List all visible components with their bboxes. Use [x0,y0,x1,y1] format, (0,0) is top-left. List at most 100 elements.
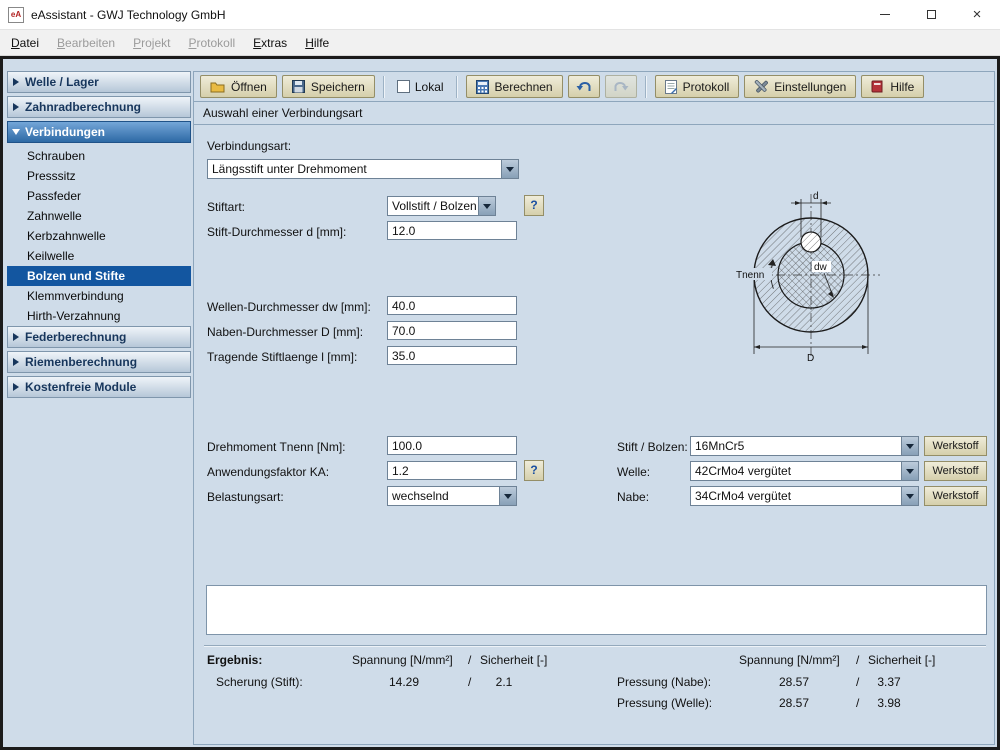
lokal-checkbox[interactable] [396,80,410,93]
undo-button[interactable] [567,75,600,98]
calculate-button[interactable]: Berechnen [465,75,563,98]
pressung-nabe-sicherheit: 3.37 [877,675,901,689]
chevron-down-icon[interactable] [501,160,518,178]
tools-icon [755,79,769,93]
window-controls: × [862,0,1000,30]
minimize-button[interactable] [862,0,908,30]
welle-werkstoff-button[interactable]: Werkstoff [924,461,987,481]
sidebar-section-federberechnung[interactable]: Federberechnung [7,326,191,348]
open-button[interactable]: Öffnen [200,75,277,98]
toolbar-separator [382,75,385,98]
sidebar-section-verbindungen[interactable]: Verbindungen [7,121,191,143]
connection-diagram: d dw D Tnenn [734,191,880,364]
stiftart-select[interactable]: Vollstift / Bolzen [387,196,496,216]
chevron-down-icon[interactable] [901,487,918,505]
calculate-label: Berechnen [494,79,553,94]
pressung-welle-label: Pressung (Welle): [617,696,713,710]
wellen-durchmesser-label: Wellen-Durchmesser dw [mm]: [207,300,371,314]
sidebar-item-kerbzahnwelle[interactable]: Kerbzahnwelle [7,226,191,246]
window-title: eAssistant - GWJ Technology GmbH [31,7,226,22]
chevron-down-icon[interactable] [499,487,516,505]
sidebar-section-riemenberechnung[interactable]: Riemenberechnung [7,351,191,373]
app-window: eA eAssistant - GWJ Technology GmbH × Da… [0,0,1000,750]
sidebar-item-hirth-verzahnung[interactable]: Hirth-Verzahnung [7,306,191,326]
results-title: Ergebnis: [207,653,263,667]
stiftart-help-button[interactable]: ? [524,195,544,216]
sidebar-item-bolzen-und-stifte[interactable]: Bolzen und Stifte [7,266,191,286]
dim-dw-label: dw [814,262,828,273]
pressung-nabe-spannung: 28.57 [778,675,810,689]
menu-hilfe[interactable]: Hilfe [296,32,338,54]
pressung-welle-sicherheit: 3.98 [877,696,901,710]
stiftlaenge-input[interactable] [387,346,517,365]
anwendungsfaktor-label: Anwendungsfaktor KA: [207,465,330,479]
save-button[interactable]: Speichern [281,75,375,98]
sidebar-section-zahnradberechnung[interactable]: Zahnradberechnung [7,96,191,118]
chevron-down-icon [12,129,20,135]
belastungsart-select[interactable]: wechselnd [387,486,517,506]
sidebar-item-schrauben[interactable]: Schrauben [7,146,191,166]
sidebar-item-presssitz[interactable]: Presssitz [7,166,191,186]
col-spannung-left: Spannung [N/mm²] [352,653,453,667]
menu-extras[interactable]: Extras [244,32,296,54]
scherung-label: Scherung (Stift): [216,675,303,689]
sidebar-item-klemmverbindung[interactable]: Klemmverbindung [7,286,191,306]
stift-werkstoff-value: 16MnCr5 [695,439,745,453]
sidebar-item-keilwelle[interactable]: Keilwelle [7,246,191,266]
chevron-down-icon[interactable] [478,197,495,215]
sidebar-section-welle-lager[interactable]: Welle / Lager [7,71,191,93]
document-icon [664,79,677,94]
anwendungsfaktor-input[interactable] [387,461,517,480]
dim-D-label: D [807,353,814,364]
close-button[interactable]: × [954,0,1000,30]
section-label: Riemenberechnung [25,355,138,369]
subheader-title: Auswahl einer Verbindungsart [203,106,363,120]
pressung-welle-slash: / [856,696,860,710]
verbindungsart-select[interactable]: Längsstift unter Drehmoment [207,159,519,179]
main-panel: Öffnen Speichern Lokal Berechnen Protoko… [193,71,995,745]
anwendungsfaktor-help-button[interactable]: ? [524,460,544,481]
toolbar-separator [644,75,647,98]
naben-durchmesser-input[interactable] [387,321,517,340]
stift-werkstoff-button[interactable]: Werkstoff [924,436,987,456]
folder-icon [210,82,225,92]
lokal-checkbox-group: Lokal [393,80,448,94]
sidebar-item-passfeder[interactable]: Passfeder [7,186,191,206]
scherung-sicherheit: 2.1 [495,675,513,689]
menu-datei[interactable]: Datei [2,32,48,54]
stift-werkstoff-select[interactable]: 16MnCr5 [690,436,919,456]
settings-button[interactable]: Einstellungen [744,75,857,98]
stiftart-value: Vollstift / Bolzen [392,199,477,213]
col-sicherheit-right: Sicherheit [-] [868,653,936,667]
protocol-button[interactable]: Protokoll [654,75,740,98]
welle-werkstoff-select[interactable]: 42CrMo4 vergütet [690,461,919,481]
lokal-label: Lokal [414,79,444,94]
pin-section [800,231,822,253]
menu-protokoll: Protokoll [188,35,236,50]
settings-label: Einstellungen [774,79,847,94]
drehmoment-input[interactable] [387,436,517,455]
wellen-durchmesser-input[interactable] [387,296,517,315]
open-label: Öffnen [231,79,267,94]
results-divider [204,645,986,647]
sidebar-item-zahnwelle[interactable]: Zahnwelle [7,206,191,226]
col-spannung-right: Spannung [N/mm²] [739,653,840,667]
chevron-right-icon [13,103,19,111]
maximize-button[interactable] [908,0,954,30]
redo-button [604,75,637,98]
chevron-down-icon[interactable] [901,462,918,480]
help-button[interactable]: Hilfe [861,75,925,98]
stift-werkstoff-label: Stift / Bolzen: [617,440,688,454]
nabe-werkstoff-button[interactable]: Werkstoff [924,486,987,506]
sidebar-section-kostenfreie-module[interactable]: Kostenfreie Module [7,376,191,398]
stift-durchmesser-input[interactable] [387,221,517,240]
protocol-label: Protokoll [682,79,730,94]
section-label: Verbindungen [25,125,106,139]
section-label: Kostenfreie Module [25,380,137,394]
content-area: Verbindungsart: Längsstift unter Drehmom… [194,125,994,744]
chevron-down-icon[interactable] [901,437,918,455]
chevron-right-icon [13,333,19,341]
section-label: Federberechnung [25,330,127,344]
nabe-werkstoff-select[interactable]: 34CrMo4 vergütet [690,486,919,506]
col-slash-right: / [856,653,860,667]
